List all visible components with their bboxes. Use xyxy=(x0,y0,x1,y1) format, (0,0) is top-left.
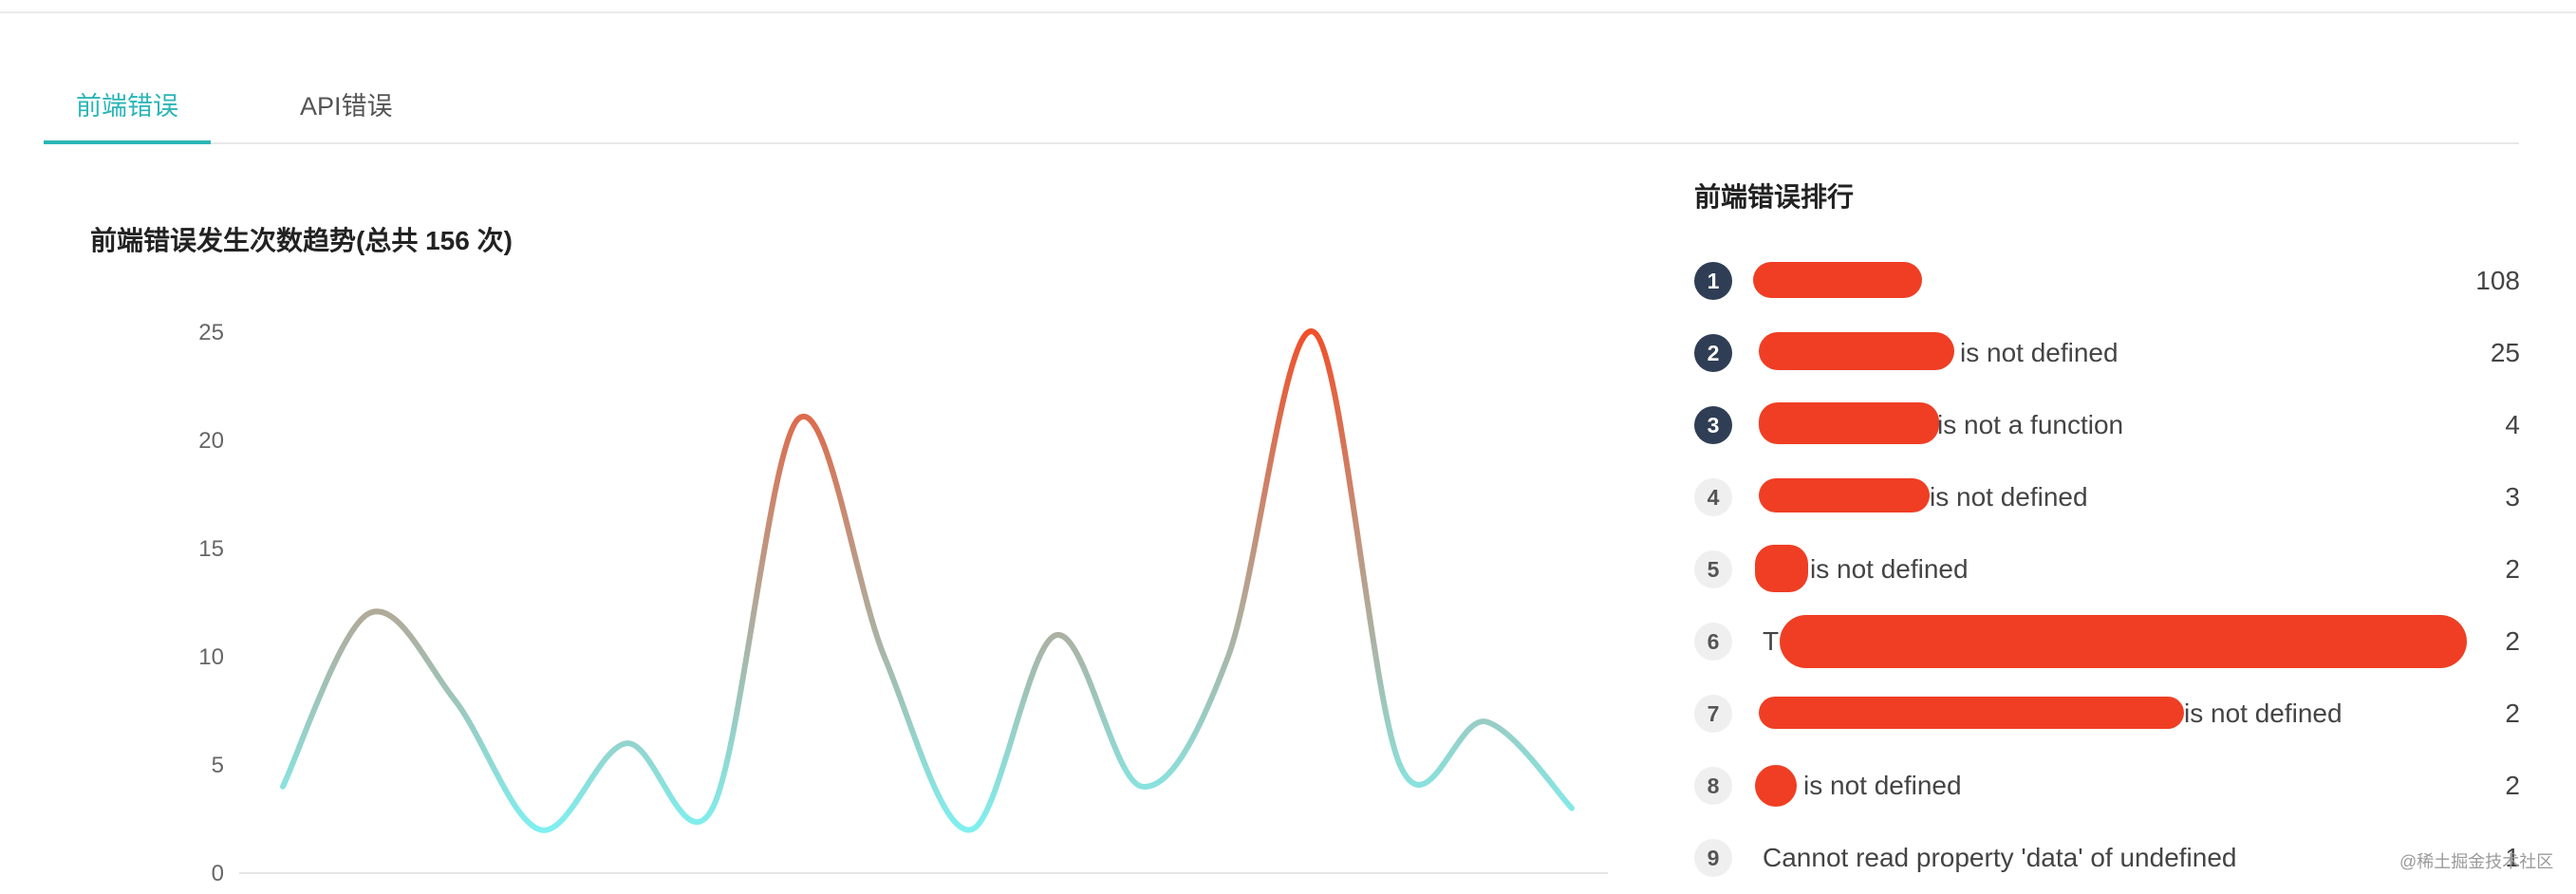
rank-badge: 6 xyxy=(1694,623,1732,661)
ranking-item[interactable]: 9 Cannot read property 'data' of undefin… xyxy=(1694,829,2520,886)
redaction-mark xyxy=(1755,545,1808,592)
ranking-item[interactable]: 8 is not defined 2 xyxy=(1694,757,2520,814)
trend-chart: 0 5 10 15 20 25 xyxy=(198,320,1608,886)
error-message: is not defined xyxy=(1930,482,2088,512)
error-count: 25 xyxy=(2490,338,2520,367)
rank-badge: 2 xyxy=(1694,334,1732,372)
y-tick-label: 0 xyxy=(212,861,224,886)
redaction-mark xyxy=(1759,697,2184,729)
error-count: 4 xyxy=(2505,410,2520,439)
ranking-item[interactable]: 2 is not defined 25 xyxy=(1694,325,2520,382)
y-tick-label: 5 xyxy=(212,753,224,778)
error-trend-line xyxy=(280,328,1575,833)
redaction-mark xyxy=(1759,478,1930,512)
ranking-item[interactable]: 7 is not defined 2 xyxy=(1694,685,2520,742)
rank-badge: 7 xyxy=(1694,695,1732,733)
error-message: T xyxy=(1763,626,1780,656)
error-message: is not defined xyxy=(1960,338,2119,367)
redaction-mark xyxy=(1780,615,2467,668)
rank-badge: 5 xyxy=(1694,550,1732,588)
y-tick-label: 15 xyxy=(198,536,224,562)
redaction-mark xyxy=(1755,765,1797,807)
y-tick-label: 20 xyxy=(198,428,224,454)
redaction-mark xyxy=(1759,332,1954,370)
error-message: is not defined xyxy=(1803,771,1962,800)
error-count: 2 xyxy=(2505,626,2520,656)
rank-badge: 1 xyxy=(1694,262,1732,300)
error-count: 3 xyxy=(2505,482,2520,512)
rank-badge: 3 xyxy=(1694,406,1732,444)
rank-badge: 4 xyxy=(1694,478,1732,516)
y-tick-label: 25 xyxy=(198,320,224,345)
y-axis: 0 5 10 15 20 25 xyxy=(198,320,224,886)
error-message: is not defined xyxy=(2184,698,2343,728)
error-message: Cannot read property 'data' of undefined xyxy=(1763,843,2237,872)
error-message: is not a function xyxy=(1937,410,2124,439)
error-message: is not defined xyxy=(1810,554,1969,584)
redaction-mark xyxy=(1759,402,1939,444)
error-count: 2 xyxy=(2505,771,2520,800)
error-count: 2 xyxy=(2505,554,2520,584)
ranking-item[interactable]: 3 is not a function 4 xyxy=(1694,397,2520,454)
redaction-mark xyxy=(1753,262,1922,298)
error-count: 108 xyxy=(2475,266,2520,295)
ranking-item[interactable]: 4 is not defined 3 xyxy=(1694,469,2520,526)
watermark: @稀土掘金技术社区 xyxy=(2399,852,2554,871)
error-count: 2 xyxy=(2505,698,2520,728)
ranking-item[interactable]: 6 T 2 xyxy=(1694,613,2520,670)
ranking-item[interactable]: 5 is not defined 2 xyxy=(1694,541,2520,598)
ranking-item[interactable]: 1 108 xyxy=(1694,252,2520,309)
y-tick-label: 10 xyxy=(198,644,224,670)
ranking-title: 前端错误排行 xyxy=(1694,182,1855,212)
rank-badge: 8 xyxy=(1694,767,1732,805)
rank-badge: 9 xyxy=(1694,839,1732,877)
